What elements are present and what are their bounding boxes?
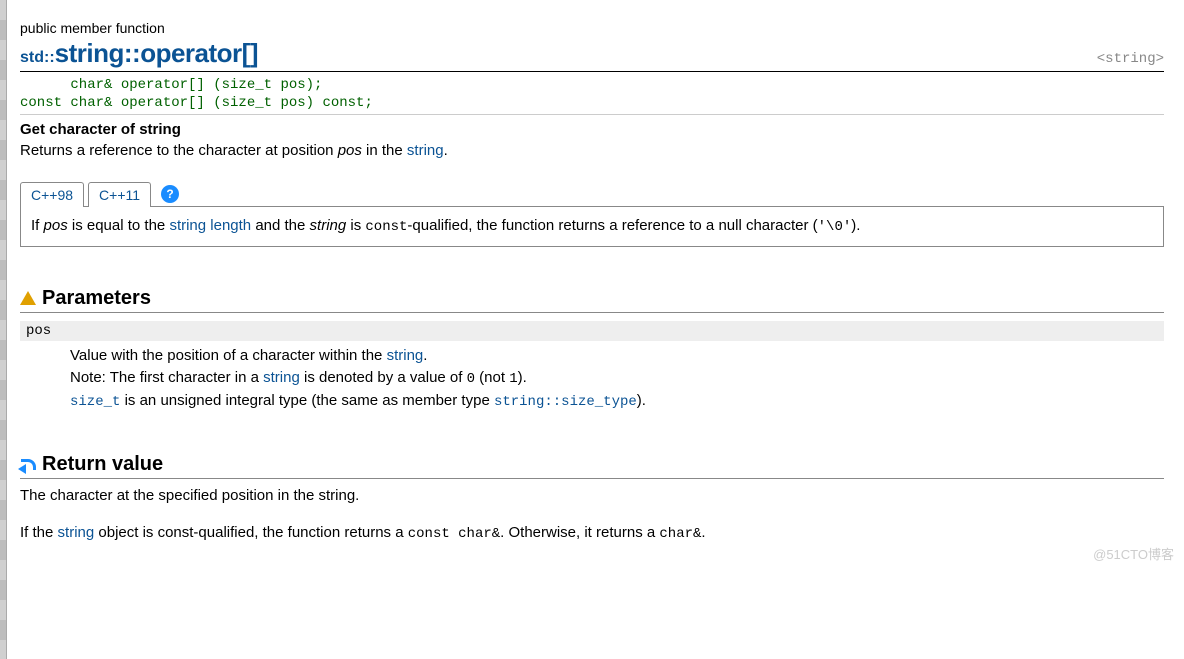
tab-cpp98[interactable]: C++98 <box>20 182 84 207</box>
link-string[interactable]: string <box>407 142 444 159</box>
rv-code-constcharref: const char& <box>408 526 500 542</box>
param-name-pos: pos <box>20 321 1164 341</box>
desc-text: in the <box>362 142 407 159</box>
tc-text: and the <box>251 217 309 234</box>
return-p1: The character at the specified position … <box>20 485 1164 508</box>
return-body: The character at the specified position … <box>20 485 1164 545</box>
params-icon <box>20 291 36 305</box>
title-row: std::string::operator[] <string> <box>20 38 1164 72</box>
tc-code-const: const <box>365 219 407 235</box>
category-label: public member function <box>20 20 1164 36</box>
section-header-parameters: Parameters <box>20 287 1164 313</box>
link-string[interactable]: string <box>387 347 424 364</box>
section-parameters: Parameters pos Value with the position o… <box>20 287 1164 414</box>
watermark: @51CTO博客 <box>1093 544 1174 563</box>
parameter-list: pos Value with the position of a charact… <box>20 321 1164 414</box>
desc-text: . <box>444 142 448 159</box>
short-description: Get character of string <box>20 121 1164 138</box>
pd-text: ). <box>518 369 527 386</box>
tc-code-null: '\0' <box>818 219 852 235</box>
section-return: Return value The character at the specif… <box>20 453 1164 545</box>
tab-content: If pos is equal to the string length and… <box>20 206 1164 247</box>
symbol-name: string::operator[] <box>55 38 258 68</box>
tc-text: -qualified, the function returns a refer… <box>407 217 817 234</box>
pd-text: (not <box>475 369 509 386</box>
rv-text: . <box>701 524 705 541</box>
pd-text: . <box>423 347 427 364</box>
section-title-parameters: Parameters <box>42 287 151 310</box>
link-string[interactable]: string <box>58 524 95 541</box>
section-header-return: Return value <box>20 453 1164 479</box>
tc-em-pos: pos <box>44 217 68 234</box>
return-icon <box>20 459 36 471</box>
rv-text: . Otherwise, it returns a <box>500 524 659 541</box>
rv-text: If the <box>20 524 58 541</box>
rv-text: object is const-qualified, the function … <box>94 524 408 541</box>
pd-text: Value with the position of a character w… <box>70 347 387 364</box>
tc-text: is equal to the <box>68 217 170 234</box>
doc-page: public member function std::string::oper… <box>0 0 1184 569</box>
tc-text: is <box>346 217 365 234</box>
link-size-t[interactable]: size_t <box>70 394 120 410</box>
page-title: std::string::operator[] <box>20 38 258 69</box>
pd-code-zero: 0 <box>467 371 475 387</box>
prototype-block: char& operator[] (size_t pos); const cha… <box>20 76 1164 115</box>
pd-text: ). <box>637 392 646 409</box>
pd-text: is an unsigned integral type (the same a… <box>120 392 494 409</box>
pd-code-one: 1 <box>509 371 517 387</box>
link-string[interactable]: string <box>263 369 300 386</box>
pd-text: is denoted by a value of <box>300 369 467 386</box>
tc-em-string: string <box>310 217 347 234</box>
link-size-type[interactable]: string::size_type <box>494 394 637 410</box>
desc-emph-pos: pos <box>338 142 362 159</box>
tab-cpp11[interactable]: C++11 <box>88 182 151 207</box>
pd-text: Note: The first character in a <box>70 369 263 386</box>
tc-text: ). <box>851 217 860 234</box>
tc-text: If <box>31 217 44 234</box>
namespace: std:: <box>20 49 55 66</box>
header-include: <string> <box>1097 51 1164 67</box>
link-string-length[interactable]: string length <box>169 217 251 234</box>
desc-text: Returns a reference to the character at … <box>20 142 338 159</box>
section-title-return: Return value <box>42 453 163 476</box>
description: Returns a reference to the character at … <box>20 142 1164 159</box>
version-tabs: C++98 C++11 ? <box>20 181 1164 206</box>
help-icon[interactable]: ? <box>161 185 179 203</box>
return-p2: If the string object is const-qualified,… <box>20 522 1164 545</box>
param-desc-pos: Value with the position of a character w… <box>70 345 1164 414</box>
rv-code-charref: char& <box>659 526 701 542</box>
